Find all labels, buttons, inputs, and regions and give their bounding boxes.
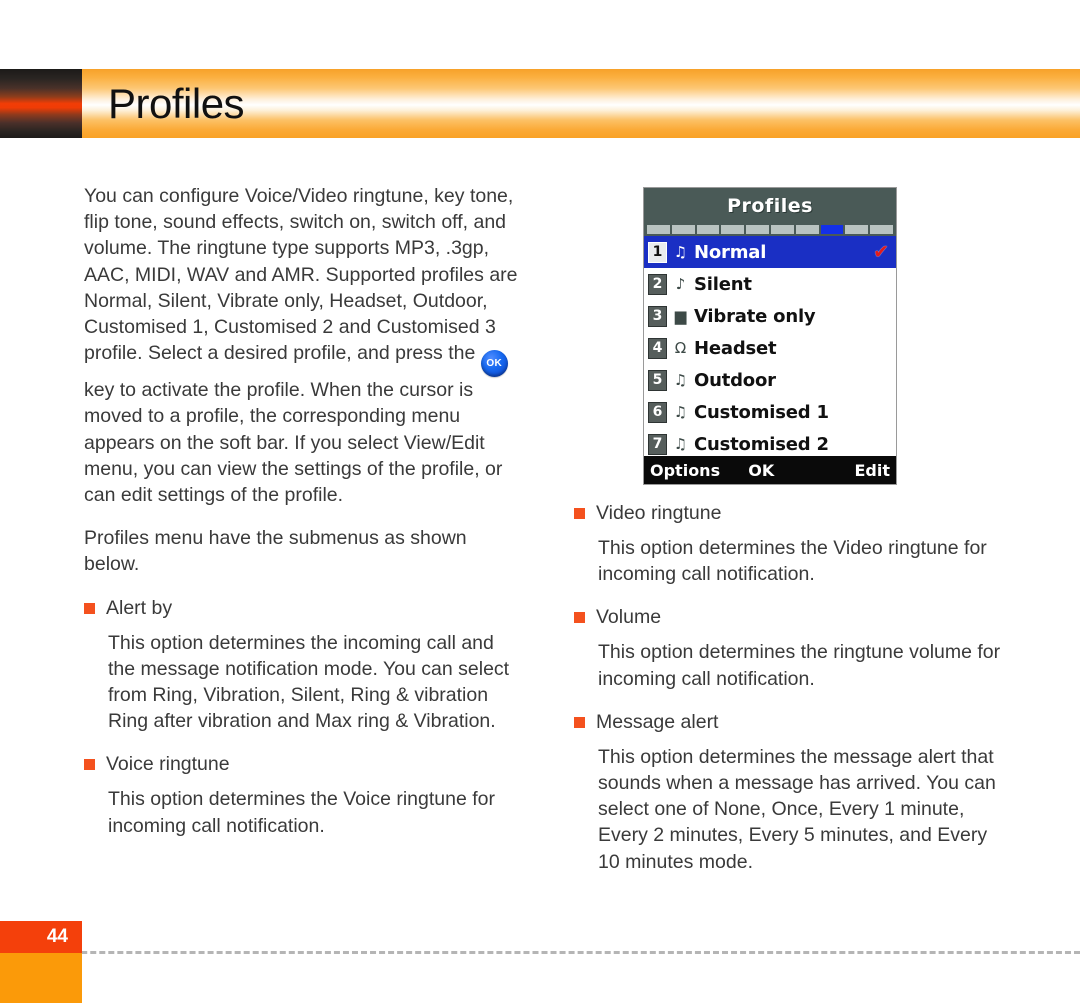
phone-tab-segment — [671, 225, 695, 234]
checkmark-icon: ✔ — [873, 241, 889, 263]
square-bullet-icon — [574, 716, 585, 728]
phone-item-label: Customised 1 — [694, 401, 829, 423]
bullet-label: Alert by — [106, 596, 173, 619]
custom2-notes-icon: ♫ — [673, 434, 688, 453]
phone-tab-segment — [870, 225, 893, 234]
phone-item-label: Vibrate only — [694, 305, 816, 327]
section-body-voice-ringtune: This option determines the Voice ringtun… — [108, 788, 495, 837]
softkey-left[interactable]: Options — [650, 461, 720, 480]
phone-item-number: 4 — [648, 337, 667, 359]
bullet-label: Video ringtune — [596, 502, 722, 524]
bullet-label: Volume — [596, 606, 662, 629]
phone-tab-segment — [845, 225, 869, 234]
square-bullet-icon — [574, 508, 585, 519]
phone-menu-item[interactable]: 4 Ω Headset — [644, 332, 896, 364]
intro-text-part1: You can configure Voice/Video ringtune, … — [84, 185, 518, 365]
phone-tab-segment — [795, 225, 819, 234]
phone-item-label: Outdoor — [694, 369, 776, 391]
manual-page: Profiles You can configure Voice/Video r… — [0, 0, 1080, 1003]
header-accent-block — [0, 69, 82, 138]
right-text-column: Video ringtune This option determines th… — [574, 500, 1014, 877]
section-body-video-ringtune: This option determines the Video ringtun… — [598, 537, 987, 586]
bullet-heading-alert-by: Alert by — [84, 595, 520, 621]
softkey-right[interactable]: Edit — [854, 461, 890, 480]
phone-menu-list: 1 ♫ Normal ✔ 2 ♪ Silent 3 ▆ Vibrate only 4 Ω Headset… — [644, 236, 896, 460]
page-title: Profiles — [108, 79, 245, 127]
muted-note-icon: ♪ — [675, 274, 686, 293]
headset-icon: Ω — [674, 338, 687, 357]
phone-item-number: 7 — [648, 433, 667, 455]
phone-item-label: Normal — [694, 241, 767, 263]
bullet-heading-message-alert: Message alert — [574, 709, 1014, 735]
phone-item-number: 5 — [648, 369, 667, 391]
vibrate-phone-icon: ▆ — [674, 306, 687, 325]
bullet-label: Message alert — [596, 710, 719, 733]
custom1-notes-icon: ♫ — [673, 402, 688, 421]
bullet-label: Voice ringtune — [106, 753, 230, 776]
submenu-intro-paragraph: Profiles menu have the submenus as shown… — [84, 527, 467, 576]
phone-tab-segment — [820, 225, 844, 234]
phone-item-number: 3 — [648, 305, 667, 327]
footer-accent-block — [0, 953, 82, 1003]
bullet-heading-voice-ringtune: Voice ringtune — [84, 751, 520, 777]
phone-tab-segment — [770, 225, 794, 234]
phone-item-number: 6 — [648, 401, 667, 423]
phone-soft-bar: Options OK Edit — [644, 456, 896, 484]
section-body-message-alert: This option determines the message alert… — [598, 745, 996, 873]
phone-tab-segment — [696, 225, 720, 234]
page-number-badge: 44 — [0, 921, 82, 953]
left-text-column: You can configure Voice/Video ringtune, … — [84, 183, 520, 841]
phone-tab-segment — [746, 225, 769, 234]
outdoor-notes-icon: ♫ — [673, 370, 688, 389]
section-body-alert-by: This option determines the incoming call… — [108, 631, 510, 733]
ok-key-icon: OK — [480, 350, 508, 378]
phone-item-label: Headset — [694, 337, 777, 359]
bullet-heading-volume: Volume — [574, 604, 1014, 630]
music-note-icon: ♫ — [673, 242, 688, 261]
phone-screen-title: Profiles — [644, 188, 896, 223]
phone-menu-item[interactable]: 1 ♫ Normal ✔ — [644, 236, 896, 268]
square-bullet-icon — [84, 602, 95, 614]
square-bullet-icon — [574, 612, 585, 624]
phone-menu-item[interactable]: 6 ♫ Customised 1 — [644, 396, 896, 428]
phone-screen-mockup: Profiles 1 ♫ Normal ✔ 2 ♪ Silent 3 ▆ Vibrate only… — [643, 187, 897, 485]
phone-item-number: 1 — [648, 241, 667, 263]
intro-paragraph: You can configure Voice/Video ringtune, … — [84, 183, 520, 508]
footer-divider — [0, 951, 1080, 954]
phone-tab-indicator — [644, 223, 896, 236]
phone-menu-item[interactable]: 2 ♪ Silent — [644, 268, 896, 300]
square-bullet-icon — [84, 759, 95, 771]
bullet-heading-video-ringtune: Video ringtune — [574, 500, 1014, 526]
phone-item-number: 2 — [648, 273, 667, 295]
phone-item-label: Customised 2 — [694, 433, 829, 455]
phone-tab-segment — [647, 225, 670, 234]
intro-text-part2: key to activate the profile. When the cu… — [84, 379, 503, 507]
section-body-volume: This option determines the ringtune volu… — [598, 641, 1001, 690]
phone-tab-segment — [721, 225, 745, 234]
phone-menu-item[interactable]: 5 ♫ Outdoor — [644, 364, 896, 396]
phone-item-label: Silent — [694, 273, 752, 295]
phone-menu-item[interactable]: 3 ▆ Vibrate only — [644, 300, 896, 332]
softkey-center[interactable]: OK — [748, 461, 774, 480]
